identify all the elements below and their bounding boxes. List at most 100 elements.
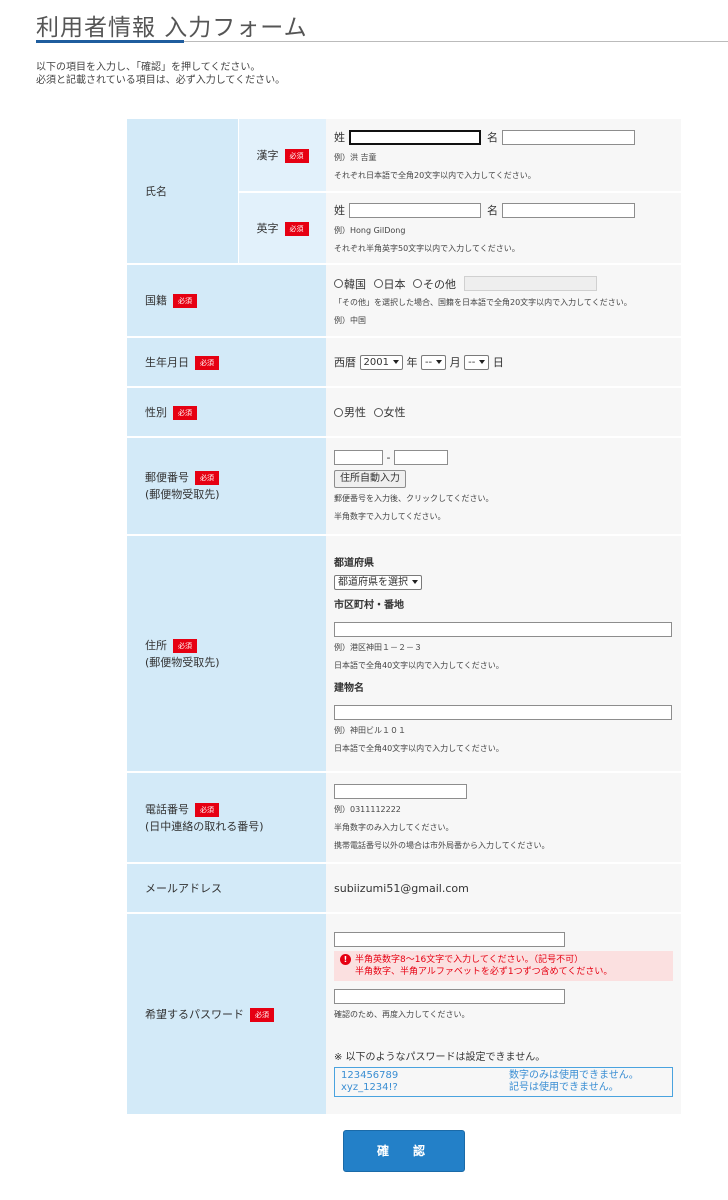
password-example-value: 123456789 (341, 1069, 399, 1081)
postal-header: 郵便番号 必須 (郵便物受取先) (127, 437, 326, 536)
intro-line: 必須と記載されている項目は、必ず入力してください。 (36, 75, 286, 86)
password-input[interactable] (334, 931, 565, 947)
month-value: -- (424, 356, 433, 368)
english-note: それぞれ半角英字50文字以内で入力してください。 (334, 244, 520, 253)
required-badge: 必須 (250, 1007, 274, 1022)
intro-text: 以下の項目を入力し、「確認」を押してください。 必須と記載されている項目は、必ず… (36, 61, 285, 87)
required-badge: 必須 (195, 471, 219, 485)
era-label: 西暦 (334, 356, 356, 369)
nationality-header: 国籍 必須 (127, 264, 326, 338)
phone-example: 例）0311112222 (334, 805, 401, 814)
password-warning: ※ 以下のようなパスワードは設定できません。 (334, 1051, 546, 1063)
password-error-line-2: 半角数字、半角アルファベットを必ず1つずつ含めてください。 (355, 966, 613, 977)
day-value: -- (468, 356, 476, 368)
password-example-reason: 記号は使用できません。 (509, 1081, 619, 1093)
postal-note-2: 半角数字で入力してください。 (334, 512, 446, 521)
city-example: 例）港区神田１－２－３ (334, 642, 422, 652)
gender-header: 性別 必須 (127, 387, 326, 438)
alert-icon: ! (340, 953, 351, 965)
year-unit: 年 (406, 356, 418, 369)
year-value: 2001 (363, 356, 389, 368)
password-example-row: xyz_1234!? 記号は使用できません。 (341, 1082, 666, 1094)
postal-input-2[interactable] (393, 450, 448, 465)
nationality-label: 国籍 (145, 294, 167, 307)
nationality-other-input[interactable] (463, 276, 597, 291)
postal-sublabel: (郵便物受取先) (145, 488, 220, 501)
nationality-fields: 韓国 日本 その他 「その他」を選択した場合、国籍を日本語で全角20文字以内で入… (326, 264, 681, 338)
month-select[interactable]: -- (420, 354, 447, 370)
row-address: 住所 必須 (郵便物受取先) 都道府県 都道府県を選択 市区町村・番地 例）港区神… (127, 535, 681, 773)
email-label: メールアドレス (145, 881, 222, 895)
kanji-subheader: 漢字 必須 (237, 119, 326, 193)
city-note: 日本語で全角40文字以内で入力してください。 (334, 660, 504, 670)
confirm-button[interactable]: 確 認 (343, 1130, 465, 1172)
required-badge: 必須 (284, 222, 309, 236)
prefecture-select[interactable]: 都道府県を選択 (334, 574, 422, 590)
row-birthdate: 生年月日 必須 西暦 2001 年 -- 月 -- 日 (127, 337, 681, 388)
day-unit: 日 (492, 356, 504, 369)
password-error: ! 半角英数字8〜16文字で入力してください。（記号不可） 半角数字、半角アルファ… (334, 950, 673, 981)
address-autofill-button[interactable]: 住所自動入力 (334, 470, 406, 488)
english-example: 例）Hong GilDong (334, 226, 406, 235)
radio-other[interactable] (413, 279, 422, 288)
english-mei-input[interactable] (501, 202, 635, 218)
password-fields: ! 半角英数字8〜16文字で入力してください。（記号不可） 半角数字、半角アルファ… (326, 913, 681, 1116)
mei-label: 名 (487, 204, 498, 217)
mei-label: 名 (487, 131, 498, 144)
address-fields: 都道府県 都道府県を選択 市区町村・番地 例）港区神田１－２－３ 日本語で全角4… (326, 535, 681, 773)
postal-fields: - 住所自動入力 郵便番号を入力後、クリックしてください。 半角数字で入力してく… (326, 437, 681, 536)
row-nationality: 国籍 必須 韓国 日本 その他 「その他」を選択した場合、国籍を日本語で全角20文… (127, 264, 681, 338)
radio-other-label: その他 (423, 277, 456, 291)
row-email: メールアドレス subiizumi51@gmail.com (127, 863, 681, 914)
kanji-mei-input[interactable] (501, 129, 635, 145)
radio-female-label: 女性 (383, 406, 406, 419)
name-label: 氏名 (145, 184, 167, 198)
phone-sublabel: (日中連絡の取れる番号) (145, 819, 264, 833)
password-label: 希望するパスワード (145, 1007, 244, 1021)
month-unit: 月 (449, 356, 461, 369)
required-badge: 必須 (284, 149, 309, 163)
prefecture-heading: 都道府県 (334, 557, 374, 569)
kanji-label: 漢字 (256, 149, 279, 162)
password-header: 希望するパスワード 必須 (127, 913, 326, 1116)
english-subheader: 英字 必須 (237, 192, 326, 265)
building-input[interactable] (334, 704, 672, 720)
intro-line: 以下の項目を入力し、「確認」を押してください。 (36, 62, 261, 73)
kanji-example: 例）洪 吉童 (334, 153, 377, 162)
phone-input[interactable] (334, 784, 467, 799)
radio-female[interactable] (373, 407, 383, 417)
address-header: 住所 必須 (郵便物受取先) (127, 535, 326, 773)
city-heading: 市区町村・番地 (334, 599, 404, 611)
postal-label: 郵便番号 (145, 471, 189, 484)
phone-note-2: 携帯電話番号以外の場合は市外局番から入力してください。 (334, 841, 550, 850)
postal-input-1[interactable] (334, 450, 383, 465)
chevron-down-icon (436, 359, 443, 364)
row-password: 希望するパスワード 必須 ! 半角英数字8〜16文字で入力してください。（記号不可）… (127, 913, 681, 1116)
day-select[interactable]: -- (464, 354, 490, 370)
radio-japan[interactable] (373, 279, 383, 288)
chevron-down-icon (412, 579, 418, 584)
registration-form: 氏名 漢字 必須 姓 名 例）洪 吉童 それぞれ日本語で全角20文字以内で入力して… (127, 119, 681, 1116)
birthdate-label: 生年月日 (145, 355, 189, 369)
address-sublabel: (郵便物受取先) (145, 655, 220, 669)
english-label: 英字 (256, 222, 279, 235)
english-sei-input[interactable] (348, 202, 481, 218)
password-example-row: 123456789 数字のみは使用できません。 (341, 1070, 666, 1082)
radio-male[interactable] (334, 407, 343, 417)
page-title: 利用者情報 入力フォーム (36, 15, 308, 41)
birthdate-fields: 西暦 2001 年 -- 月 -- 日 (326, 337, 681, 388)
building-heading: 建物名 (334, 682, 364, 694)
password-example-value: xyz_1234!? (341, 1081, 398, 1093)
chevron-down-icon (479, 359, 486, 364)
sei-label: 姓 (334, 131, 345, 144)
password-confirm-input[interactable] (334, 988, 565, 1004)
year-select[interactable]: 2001 (359, 354, 403, 370)
prefecture-value: 都道府県を選択 (338, 576, 408, 588)
kanji-sei-input[interactable] (348, 129, 481, 145)
name-header: 氏名 (127, 119, 238, 265)
building-example: 例）神田ビル１０１ (334, 725, 406, 735)
city-input[interactable] (334, 621, 672, 637)
radio-korea[interactable] (334, 279, 343, 288)
row-phone: 電話番号 必須 (日中連絡の取れる番号) 例）0311112222 半角数字のみ入… (127, 772, 681, 864)
required-badge: 必須 (173, 294, 197, 308)
